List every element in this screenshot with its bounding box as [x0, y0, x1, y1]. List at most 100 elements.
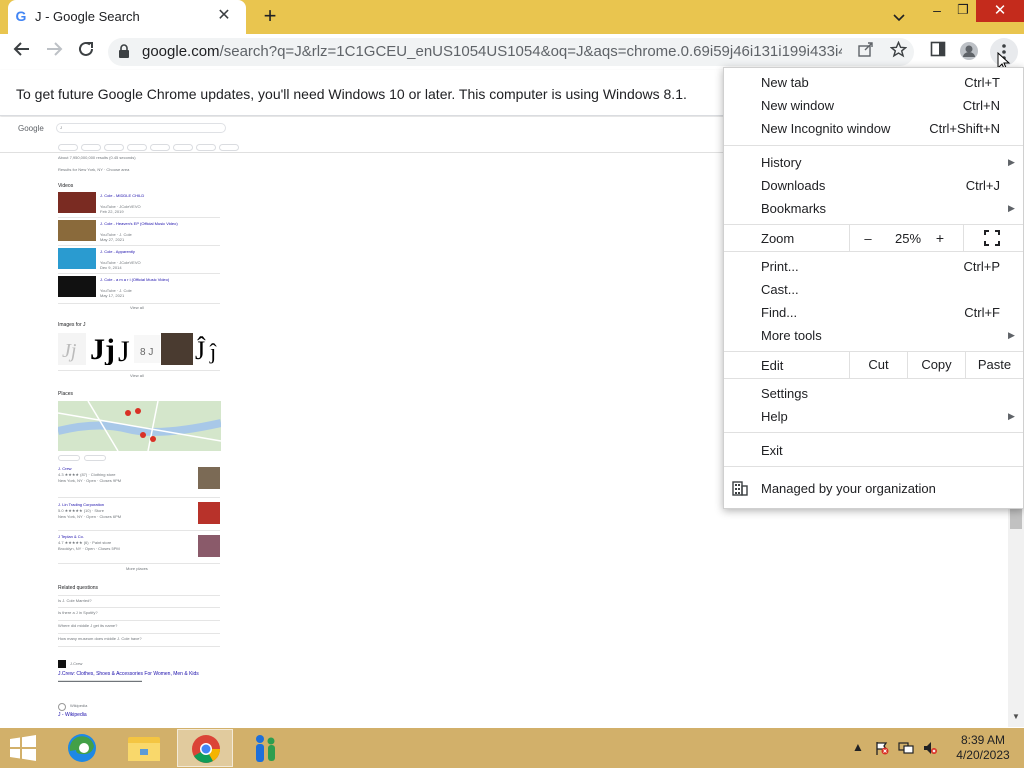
taskbar-people-app-icon[interactable]: [238, 729, 294, 767]
menu-bookmarks[interactable]: Bookmarks: [761, 201, 826, 216]
video-thumbnail[interactable]: [58, 220, 96, 241]
fullscreen-icon[interactable]: [984, 230, 1000, 246]
lock-icon[interactable]: [118, 44, 132, 60]
view-all-videos-link[interactable]: View all: [130, 305, 144, 310]
google-search-box[interactable]: [56, 123, 226, 133]
menu-separator: [724, 432, 1023, 433]
map-filter-rating[interactable]: [58, 455, 80, 461]
video-title[interactable]: J. Cole - MIDDLE CHILD: [100, 193, 144, 198]
edit-paste-button[interactable]: Paste: [965, 352, 1023, 378]
bookmark-star-icon[interactable]: [887, 40, 909, 63]
place-photo[interactable]: [198, 535, 220, 557]
video-title[interactable]: J. Cole - Apparently: [100, 249, 135, 254]
restore-button[interactable]: ❐: [952, 2, 974, 22]
search-tabs[interactable]: [58, 138, 242, 151]
view-all-images-link[interactable]: View all: [130, 373, 144, 378]
windows-start-icon[interactable]: [8, 734, 38, 762]
forward-arrow-icon[interactable]: [42, 40, 66, 64]
place-name[interactable]: J. Lin Trading Corporation: [58, 502, 104, 507]
submenu-arrow-icon: ▶: [1008, 330, 1015, 340]
place-name[interactable]: J Teplan & Co.: [58, 534, 84, 539]
question-separator: [58, 646, 220, 647]
result-site-name[interactable]: J.Crew: [70, 661, 82, 666]
submenu-arrow-icon: ▶: [1008, 157, 1015, 167]
taskbar-file-explorer-icon[interactable]: [116, 729, 172, 767]
place-name[interactable]: J. Crew: [58, 466, 72, 471]
menu-cast[interactable]: Cast...: [761, 282, 799, 297]
minimize-button[interactable]: –: [926, 2, 948, 22]
menu-separator: [724, 378, 1023, 379]
video-title[interactable]: J. Cole - a m a r i (Official Music Vide…: [100, 277, 169, 282]
menu-history[interactable]: History: [761, 155, 801, 170]
place-address: New York, NY · Open · Closes 9PM: [58, 478, 122, 483]
tab-title: J - Google Search: [35, 9, 140, 24]
svg-text:8 J: 8 J: [140, 347, 153, 358]
results-location[interactable]: Results for New York, NY · Choose area: [58, 167, 129, 172]
related-question[interactable]: Is J. Cole Married?: [58, 598, 92, 603]
menu-new-incognito-window[interactable]: New Incognito window: [761, 121, 890, 136]
menu-help[interactable]: Help: [761, 409, 788, 424]
menu-managed-by-organization[interactable]: Managed by your organization: [761, 481, 936, 496]
place-meta: 4.7 ★★★★★ (6) · Paint store: [58, 540, 112, 545]
video-thumbnail[interactable]: [58, 248, 96, 269]
result-site-name[interactable]: Wikipedia: [70, 703, 87, 708]
scrollbar-thumb[interactable]: [1010, 507, 1022, 529]
volume-muted-icon[interactable]: [922, 740, 938, 756]
menu-downloads[interactable]: Downloads: [761, 178, 825, 193]
menu-print[interactable]: Print...: [761, 259, 799, 274]
question-separator: [58, 620, 220, 621]
reload-icon[interactable]: [74, 40, 98, 64]
search-query[interactable]: J: [60, 125, 62, 130]
building-icon: [732, 480, 748, 496]
map-filter-hours[interactable]: [84, 455, 106, 461]
share-icon[interactable]: [855, 41, 877, 63]
tab-search-chevron-icon[interactable]: [888, 6, 910, 28]
svg-text:ĵ: ĵ: [209, 339, 217, 364]
menu-more-tools[interactable]: More tools: [761, 328, 822, 343]
side-panel-icon[interactable]: [927, 41, 949, 63]
back-arrow-icon[interactable]: [10, 40, 34, 64]
url-text[interactable]: google.com/search?q=J&rlz=1C1GCEU_enUS10…: [142, 43, 842, 60]
shortcut-new-window: Ctrl+N: [962, 98, 1000, 113]
zoom-out-button[interactable]: –: [860, 231, 876, 246]
video-thumbnail[interactable]: [58, 276, 96, 297]
network-icon[interactable]: [898, 740, 914, 756]
places-map[interactable]: [58, 401, 221, 451]
menu-new-window[interactable]: New window: [761, 98, 834, 113]
place-photo[interactable]: [198, 502, 220, 524]
more-places-link[interactable]: More places: [126, 566, 148, 571]
tray-overflow-chevron-icon[interactable]: ▲: [850, 740, 866, 756]
place-photo[interactable]: [198, 467, 220, 489]
question-separator: [58, 633, 220, 634]
taskbar-clock[interactable]: 8:39 AM 4/20/2023: [950, 733, 1016, 763]
taskbar-edge-icon[interactable]: [54, 729, 110, 767]
tab-close-icon[interactable]: ✕: [214, 6, 234, 26]
image-strip[interactable]: Jj Jj J 8 J Ĵ ĵ: [58, 333, 221, 368]
result-title[interactable]: J - Wikipedia: [58, 712, 87, 718]
zoom-in-button[interactable]: +: [932, 230, 948, 246]
menu-find[interactable]: Find...: [761, 305, 797, 320]
menu-new-tab[interactable]: New tab: [761, 75, 809, 90]
profile-avatar-icon[interactable]: [958, 41, 980, 63]
video-title[interactable]: J. Cole - Heaven's EP (Official Music Vi…: [100, 221, 178, 226]
new-tab-button[interactable]: +: [258, 5, 282, 29]
menu-separator: [724, 466, 1023, 467]
edit-copy-button[interactable]: Copy: [907, 352, 965, 378]
place-meta: 4.3 ★★★★ (87) · Clothing store: [58, 472, 116, 477]
action-center-flag-icon[interactable]: [874, 740, 890, 756]
wikipedia-favicon-icon: [58, 703, 66, 711]
google-logo[interactable]: Google: [18, 124, 44, 133]
taskbar-chrome-icon[interactable]: [177, 729, 233, 767]
scroll-down-arrow-icon[interactable]: ▼: [1010, 712, 1022, 724]
related-question[interactable]: Is there a J in Spotify?: [58, 610, 98, 615]
menu-settings[interactable]: Settings: [761, 386, 808, 401]
close-window-button[interactable]: ✕: [976, 0, 1024, 22]
edit-cut-button[interactable]: Cut: [849, 352, 907, 378]
menu-exit[interactable]: Exit: [761, 443, 783, 458]
related-questions-header: Related questions: [58, 585, 99, 591]
related-question[interactable]: Where did middle J get its name?: [58, 623, 117, 628]
shortcut-find: Ctrl+F: [964, 305, 1000, 320]
result-title[interactable]: J.Crew: Clothes, Shoes & Accessories For…: [58, 671, 199, 677]
related-question[interactable]: How many museum does middle J. Cole have…: [58, 636, 142, 641]
video-thumbnail[interactable]: [58, 192, 96, 213]
